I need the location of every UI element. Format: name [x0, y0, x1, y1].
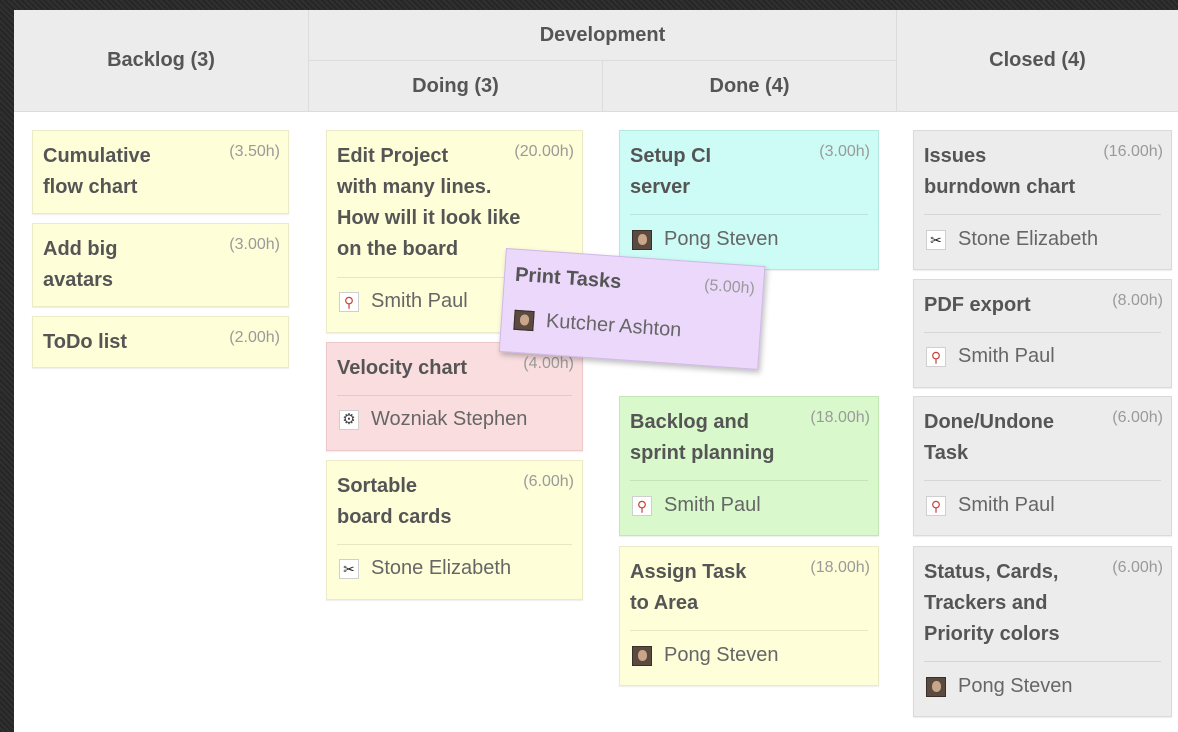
task-title: PDF export: [924, 294, 1031, 316]
task-assignee[interactable]: ✂ Stone Elizabeth: [926, 228, 1098, 251]
task-estimate: (20.00h): [514, 143, 574, 160]
task-estimate: (3.50h): [229, 143, 280, 160]
card-divider: [630, 480, 868, 481]
assignee-name: Smith Paul: [371, 290, 468, 312]
assignee-name: Wozniak Stephen: [371, 408, 528, 430]
cog-avatar-icon: ⚙: [339, 409, 359, 430]
card-divider: [337, 395, 572, 396]
task-estimate: (2.00h): [229, 329, 280, 346]
column-group-header-development: Development: [309, 10, 897, 61]
task-title: Velocity chart: [337, 357, 468, 379]
column-header-closed: Closed (4): [897, 10, 1178, 111]
task-title: Issues burndown chart: [924, 145, 1076, 198]
task-title: Setup CI server: [630, 145, 712, 198]
task-title: Print Tasks: [514, 263, 623, 294]
task-assignee[interactable]: ⚙ Wozniak Stephen: [339, 408, 527, 431]
task-card[interactable]: Issues burndown chart (16.00h) ✂ Stone E…: [913, 130, 1172, 270]
header-divider: [14, 111, 1178, 112]
photo-avatar-icon: [632, 229, 652, 250]
assignee-name: Smith Paul: [958, 494, 1055, 516]
assignee-name: Smith Paul: [958, 345, 1055, 367]
assignee-name: Pong Steven: [664, 644, 779, 666]
photo-avatar-icon: [632, 645, 652, 666]
task-card[interactable]: ToDo list (2.00h): [32, 316, 289, 368]
assignee-name: Stone Elizabeth: [958, 228, 1099, 250]
task-assignee[interactable]: ✂ Stone Elizabeth: [339, 557, 511, 580]
photo-avatar-icon: [926, 676, 946, 697]
column-header-backlog: Backlog (3): [14, 10, 309, 111]
task-assignee[interactable]: ⚲ Smith Paul: [926, 345, 1055, 368]
task-assignee[interactable]: ⚲ Smith Paul: [632, 494, 761, 517]
task-estimate: (3.00h): [819, 143, 870, 160]
card-divider: [924, 214, 1161, 215]
assignee-name: Pong Steven: [664, 228, 779, 250]
task-title: Add big avatars: [43, 238, 118, 291]
task-estimate: (8.00h): [1112, 292, 1163, 309]
assignee-name: Pong Steven: [958, 675, 1073, 697]
column-header-doing: Doing (3): [309, 61, 603, 111]
task-card[interactable]: Setup CI server (3.00h) Pong Steven: [619, 130, 879, 270]
task-card[interactable]: Cumulative flow chart (3.50h): [32, 130, 289, 214]
column-header-done: Done (4): [603, 61, 897, 111]
task-card[interactable]: Assign Task to Area (18.00h) Pong Steven: [619, 546, 879, 686]
task-title: Edit Project with many lines. How will i…: [337, 145, 521, 260]
scissors-avatar-icon: ✂: [926, 229, 946, 250]
card-divider: [924, 661, 1161, 662]
task-estimate: (5.00h): [703, 276, 756, 298]
pin-avatar-icon: ⚲: [926, 495, 946, 516]
task-estimate: (6.00h): [523, 473, 574, 490]
dragging-task-card[interactable]: Print Tasks (5.00h) Kutcher Ashton: [498, 248, 766, 370]
task-card[interactable]: Backlog and sprint planning (18.00h) ⚲ S…: [619, 396, 879, 536]
task-assignee[interactable]: Kutcher Ashton: [513, 308, 682, 343]
task-assignee[interactable]: ⚲ Smith Paul: [926, 494, 1055, 517]
pin-avatar-icon: ⚲: [926, 346, 946, 367]
kanban-board: Backlog (3) Development Doing (3) Done (…: [14, 10, 1178, 732]
task-title: Assign Task to Area: [630, 561, 747, 614]
task-title: Status, Cards, Trackers and Priority col…: [924, 561, 1060, 645]
card-divider: [924, 480, 1161, 481]
task-title: ToDo list: [43, 331, 128, 353]
task-estimate: (6.00h): [1112, 409, 1163, 426]
task-title: Done/Undone Task: [924, 411, 1054, 464]
assignee-name: Smith Paul: [664, 494, 761, 516]
task-title: Sortable board cards: [337, 475, 452, 528]
pin-avatar-icon: ⚲: [339, 291, 359, 312]
task-assignee[interactable]: Pong Steven: [926, 675, 1073, 698]
pin-avatar-icon: ⚲: [632, 495, 652, 516]
task-card[interactable]: PDF export (8.00h) ⚲ Smith Paul: [913, 279, 1172, 388]
task-assignee[interactable]: Pong Steven: [632, 644, 779, 667]
assignee-name: Kutcher Ashton: [545, 309, 683, 342]
assignee-name: Stone Elizabeth: [371, 557, 512, 579]
photo-avatar-icon: [513, 309, 535, 331]
card-divider: [630, 630, 868, 631]
task-card[interactable]: Velocity chart (4.00h) ⚙ Wozniak Stephen: [326, 342, 583, 451]
task-estimate: (6.00h): [1112, 559, 1163, 576]
task-card[interactable]: Status, Cards, Trackers and Priority col…: [913, 546, 1172, 717]
task-assignee[interactable]: Pong Steven: [632, 228, 779, 251]
task-assignee[interactable]: ⚲ Smith Paul: [339, 290, 468, 313]
task-card[interactable]: Sortable board cards (6.00h) ✂ Stone Eli…: [326, 460, 583, 600]
task-estimate: (4.00h): [523, 355, 574, 372]
task-estimate: (16.00h): [1103, 143, 1163, 160]
task-estimate: (18.00h): [810, 559, 870, 576]
card-divider: [630, 214, 868, 215]
task-estimate: (3.00h): [229, 236, 280, 253]
task-title: Cumulative flow chart: [43, 145, 151, 198]
task-estimate: (18.00h): [810, 409, 870, 426]
task-card[interactable]: Add big avatars (3.00h): [32, 223, 289, 307]
task-card[interactable]: Done/Undone Task (6.00h) ⚲ Smith Paul: [913, 396, 1172, 536]
card-divider: [337, 544, 572, 545]
task-title: Backlog and sprint planning: [630, 411, 775, 464]
scissors-avatar-icon: ✂: [339, 558, 359, 579]
card-divider: [924, 332, 1161, 333]
